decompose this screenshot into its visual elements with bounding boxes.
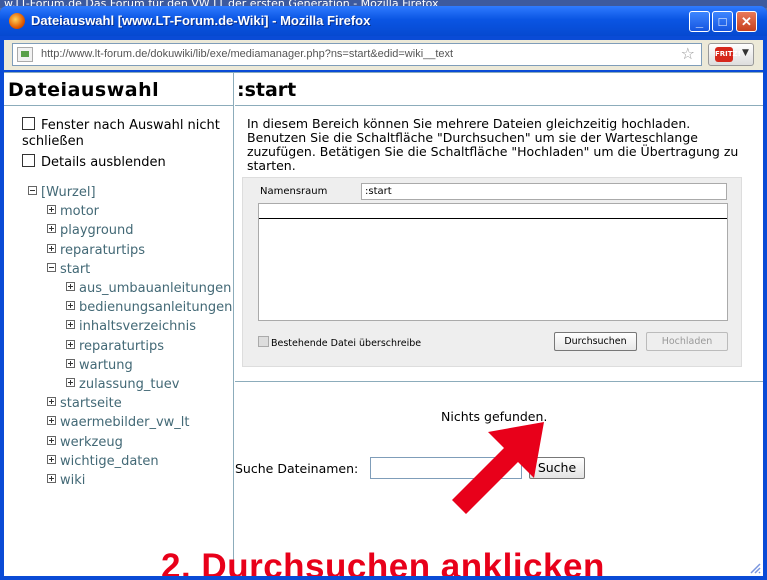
tree-item[interactable]: wichtige_daten [28, 452, 232, 471]
tree-item-label[interactable]: aus_umbauanleitungen [79, 281, 231, 296]
fritz-icon: FRITZ! [715, 47, 741, 62]
tree-item-label[interactable]: startseite [60, 396, 122, 411]
tree-item-label[interactable]: reparaturtips [79, 339, 164, 354]
expand-icon[interactable] [47, 435, 56, 445]
red-arrow-annotation-icon [452, 422, 544, 514]
tree-item[interactable]: bedienungsanleitungen [28, 298, 232, 317]
tree-item-label[interactable]: bedienungsanleitungen [79, 300, 232, 315]
browse-button[interactable]: Durchsuchen [554, 332, 637, 351]
tree-item[interactable]: start [28, 260, 232, 279]
collapse-icon[interactable] [28, 186, 37, 195]
hide-details-label: Details ausblenden [41, 155, 166, 170]
tree-item-label[interactable]: werkzeug [60, 435, 123, 450]
tree-item-label[interactable]: reparaturtips [60, 243, 145, 258]
navigation-toolbar: http://www.lt-forum.de/dokuwiki/lib/exe/… [4, 40, 763, 70]
instruction-annotation: 2. Durchsuchen anklicken [161, 547, 605, 576]
page-title: Dateiauswahl [8, 79, 160, 101]
tree-item[interactable]: startseite [28, 394, 232, 413]
namespace-input[interactable]: :start [361, 183, 727, 200]
expand-icon[interactable] [66, 358, 75, 368]
expand-icon[interactable] [66, 282, 75, 292]
minimize-button[interactable]: _ [689, 11, 710, 32]
overwrite-checkbox[interactable] [258, 336, 269, 347]
option-keep-open[interactable]: Fenster nach Auswahl nicht schließen [22, 117, 227, 150]
expand-icon[interactable] [47, 454, 56, 464]
search-label: Suche Dateinamen: [235, 461, 359, 476]
collapse-icon[interactable] [47, 262, 56, 272]
tree-item[interactable]: [Wurzel] [28, 183, 232, 202]
tree-item[interactable]: reparaturtips [28, 337, 232, 356]
option-hide-details[interactable]: Details ausblenden [22, 154, 166, 171]
fritzbox-addon-button[interactable]: FRITZ! ▼ [708, 43, 754, 66]
url-field[interactable]: http://www.lt-forum.de/dokuwiki/lib/exe/… [12, 43, 702, 66]
firefox-popup-window: Dateiauswahl [www.LT-Forum.de-Wiki] - Mo… [0, 6, 767, 580]
page-content: Dateiauswahl Fenster nach Auswahl nicht … [4, 72, 763, 576]
expand-icon[interactable] [66, 378, 75, 388]
namespace-panel: Dateiauswahl Fenster nach Auswahl nicht … [4, 73, 234, 576]
overwrite-option[interactable]: Bestehende Datei überschreibe [258, 336, 421, 349]
keep-open-label: Fenster nach Auswahl nicht schließen [22, 118, 220, 149]
bookmark-star-icon[interactable]: ☆ [681, 44, 695, 63]
tree-item-label[interactable]: wartung [79, 358, 133, 373]
upload-instructions: In diesem Bereich können Sie mehrere Dat… [247, 116, 739, 173]
maximize-button[interactable]: □ [712, 11, 733, 32]
heading-divider-right [235, 105, 763, 106]
tree-item-label[interactable]: [Wurzel] [41, 185, 96, 200]
tree-item[interactable]: reparaturtips [28, 241, 232, 260]
expand-icon[interactable] [66, 339, 75, 349]
tree-item[interactable]: waermebilder_vw_lt [28, 413, 232, 432]
window-border-bottom [0, 576, 767, 580]
tree-item[interactable]: aus_umbauanleitungen [28, 279, 232, 298]
title-bar[interactable]: Dateiauswahl [www.LT-Forum.de-Wiki] - Mo… [0, 6, 767, 36]
expand-icon[interactable] [47, 416, 56, 426]
expand-icon[interactable] [66, 301, 75, 311]
upload-form: Namensraum :start Bestehende Datei übers… [242, 177, 742, 367]
window-title: Dateiauswahl [www.LT-Forum.de-Wiki] - Mo… [31, 13, 371, 28]
expand-icon[interactable] [47, 397, 56, 407]
firefox-icon [9, 13, 25, 29]
expand-icon[interactable] [47, 243, 56, 253]
tree-item-label[interactable]: motor [60, 204, 99, 219]
expand-icon[interactable] [47, 205, 56, 215]
section-divider [235, 381, 763, 382]
upload-button[interactable]: Hochladen [646, 332, 728, 351]
tree-item-label[interactable]: wichtige_daten [60, 454, 159, 469]
heading-divider [4, 105, 233, 106]
tree-item[interactable]: playground [28, 221, 232, 240]
overwrite-label: Bestehende Datei überschreibe [271, 338, 422, 349]
expand-icon[interactable] [47, 224, 56, 234]
hide-details-checkbox[interactable] [22, 154, 35, 167]
tree-item-label[interactable]: start [60, 262, 90, 277]
tree-item[interactable]: motor [28, 202, 232, 221]
expand-icon[interactable] [66, 320, 75, 330]
namespace-label: Namensraum [260, 186, 328, 197]
dropdown-caret-icon[interactable]: ▼ [742, 48, 749, 58]
tree-item[interactable]: inhaltsverzeichnis [28, 317, 232, 336]
url-text[interactable]: http://www.lt-forum.de/dokuwiki/lib/exe/… [41, 48, 453, 60]
tree-item[interactable]: wiki [28, 471, 232, 490]
expand-icon[interactable] [47, 474, 56, 484]
keep-open-checkbox[interactable] [22, 117, 35, 130]
site-favicon-icon [17, 47, 33, 62]
queue-header-line [259, 218, 727, 219]
window-border-right [763, 36, 767, 580]
resize-grip-icon[interactable] [749, 562, 761, 574]
tree-item[interactable]: zulassung_tuev [28, 375, 232, 394]
tree-item-label[interactable]: zulassung_tuev [79, 377, 179, 392]
upload-queue-list[interactable] [258, 203, 728, 321]
tree-item-label[interactable]: playground [60, 223, 134, 238]
tree-item[interactable]: wartung [28, 356, 232, 375]
namespace-tree: [Wurzel] motor playground reparaturtips star… [28, 183, 232, 490]
close-button[interactable]: ✕ [736, 11, 757, 32]
namespace-title: :start [237, 79, 297, 101]
tree-item-label[interactable]: inhaltsverzeichnis [79, 319, 196, 334]
tree-item[interactable]: werkzeug [28, 433, 232, 452]
tree-item-label[interactable]: waermebilder_vw_lt [60, 415, 189, 430]
tree-item-label[interactable]: wiki [60, 473, 85, 488]
